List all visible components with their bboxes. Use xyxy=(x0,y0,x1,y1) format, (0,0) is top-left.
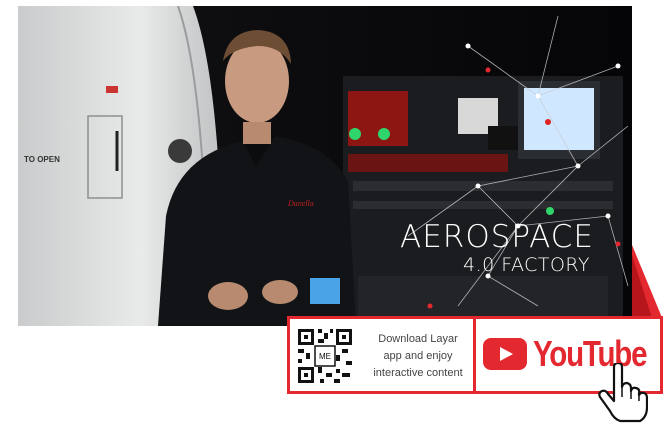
layar-line-1: Download Layar xyxy=(378,333,458,345)
layar-instructions: Download Layar app and enjoy interactive… xyxy=(366,331,470,382)
qr-code-icon[interactable]: ME xyxy=(296,327,354,385)
qr-center-label: ME xyxy=(319,352,331,361)
layar-line-2: app and enjoy xyxy=(383,350,453,362)
hand-pointer-icon xyxy=(598,363,648,423)
layar-line-3: interactive content xyxy=(373,367,463,379)
promo-divider xyxy=(473,319,476,391)
youtube-play-icon xyxy=(483,338,527,370)
